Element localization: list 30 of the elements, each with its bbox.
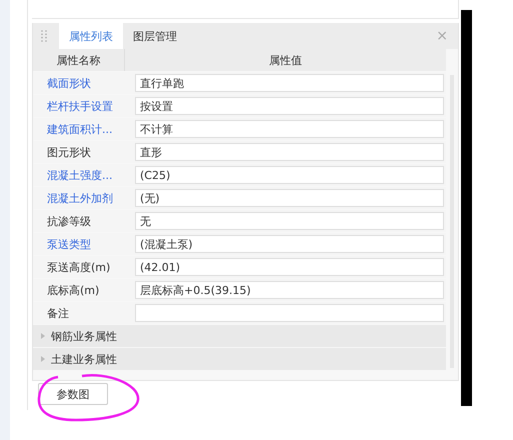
property-name[interactable]: 泵送类型 (33, 236, 135, 252)
property-name[interactable]: 建筑面积计... (33, 122, 135, 136)
property-name: 图元形状 (46, 144, 92, 160)
property-name[interactable]: 栏杆扶手设置 (33, 98, 135, 114)
drag-handle-icon[interactable] (41, 30, 47, 42)
property-value-field[interactable]: 不计算 (135, 120, 444, 138)
property-name: 备注 (46, 306, 70, 320)
group-header[interactable]: 钢筋业务属性 (33, 325, 446, 347)
property-value-field[interactable]: (混凝土泵) (135, 235, 444, 253)
property-value-field[interactable]: (无) (135, 189, 444, 207)
group-header[interactable]: 土建业务属性 (33, 348, 446, 370)
property-name: 泵送高度(m) (46, 260, 112, 274)
tab[interactable]: 属性列表 (59, 23, 123, 49)
property-value-field[interactable]: 层底标高+0.5(39.15) (135, 281, 444, 299)
property-name: 抗渗等级 (46, 214, 92, 228)
tab[interactable]: 图层管理 (123, 23, 187, 49)
property-value-field[interactable] (135, 304, 444, 322)
column-header: 属性值 (268, 52, 303, 68)
property-name[interactable]: 混凝土强度... (33, 168, 135, 182)
property-value-field[interactable]: 直行单跑 (135, 74, 444, 92)
property-name: 底标高(m) (46, 282, 100, 298)
property-value-field[interactable]: 按设置 (135, 97, 444, 115)
property-name[interactable]: 混凝土外加剂 (33, 190, 135, 206)
parameter-diagram-button[interactable]: 参数图 (38, 383, 108, 405)
property-name[interactable]: 截面形状 (33, 76, 135, 90)
property-value-field[interactable]: 直形 (135, 143, 444, 161)
property-value-field[interactable]: (42.01) (135, 258, 444, 276)
column-header: 属性名称 (33, 49, 125, 71)
property-value-field[interactable]: (C25) (135, 166, 444, 184)
property-value-field[interactable]: 无 (135, 212, 444, 230)
